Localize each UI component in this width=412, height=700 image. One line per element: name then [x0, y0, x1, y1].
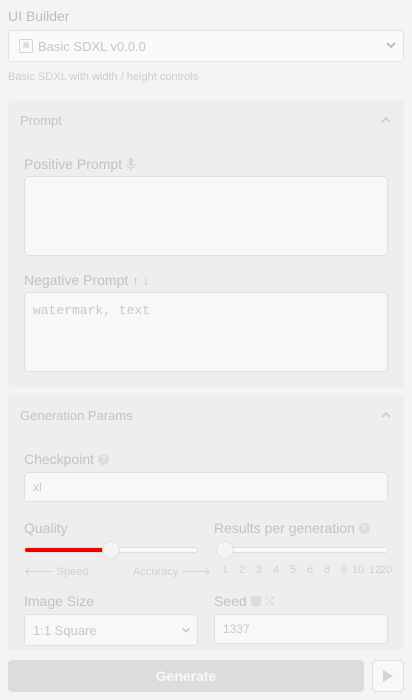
positive-prompt-label: Positive Prompt	[24, 156, 136, 172]
image-icon: ▦	[19, 39, 33, 53]
negative-prompt-placeholder: watermark, text	[33, 303, 151, 318]
chevron-down-icon	[182, 627, 190, 633]
image-size-label: Image Size	[24, 593, 95, 609]
generate-button[interactable]: Generate	[8, 660, 364, 692]
results-tick-label: 6	[307, 564, 314, 576]
chevron-up-icon[interactable]	[380, 409, 392, 421]
play-button[interactable]	[372, 660, 404, 692]
results-tick-label: 9	[341, 564, 348, 576]
seed-input[interactable]: 1337	[214, 614, 388, 644]
builder-select[interactable]: ▦ Basic SDXL v0.0.0	[8, 30, 404, 62]
arrow-left-icon: 🡐	[24, 566, 54, 578]
results-tick-label: 8	[324, 564, 331, 576]
builder-select-value: Basic SDXL v0.0.0	[38, 38, 146, 54]
results-label: Results per generation ?	[214, 520, 370, 536]
chevron-down-icon	[386, 42, 396, 49]
seed-label: Seed ⤮	[214, 593, 275, 609]
quality-slider-fill	[25, 548, 111, 552]
results-tick-label: 5	[290, 564, 297, 576]
help-icon[interactable]: ?	[358, 522, 370, 534]
results-slider-track[interactable]	[214, 547, 388, 553]
arrow-down-icon[interactable]: ↓	[143, 273, 150, 288]
positive-prompt-input[interactable]	[24, 176, 388, 256]
prompt-panel-header[interactable]: Prompt	[8, 100, 404, 140]
results-tick-label: 1	[222, 564, 229, 576]
results-tick-label: 3	[256, 564, 263, 576]
results-slider-thumb[interactable]	[216, 541, 234, 559]
negative-prompt-label: Negative Prompt ↑ ↓	[24, 272, 150, 288]
ui-builder-label: UI Builder	[8, 8, 70, 24]
shuffle-icon[interactable]: ⤮	[265, 594, 275, 609]
checkbox[interactable]	[250, 596, 261, 606]
results-tick-label: 2	[239, 564, 246, 576]
chevron-up-icon[interactable]	[380, 114, 392, 126]
image-size-select[interactable]: 1:1 Square	[24, 614, 198, 646]
quality-label: Quality	[24, 520, 68, 536]
generation-params-title: Generation Params	[20, 407, 133, 423]
builder-description: Basic SDXL with width / height controls	[8, 71, 199, 83]
results-tick-label: 10	[352, 564, 365, 576]
help-icon[interactable]: ?	[98, 453, 110, 465]
microphone-icon[interactable]	[126, 157, 136, 171]
prompt-panel-title: Prompt	[20, 112, 62, 128]
results-ticks: 1 2 3 4 5 6 8 9 10 12 20	[214, 564, 392, 578]
quality-accuracy-label: Accuracy 🡒	[133, 566, 211, 578]
results-tick-label: 20	[380, 564, 393, 576]
quality-speed-label: 🡐 Speed	[24, 566, 89, 578]
checkpoint-label: Checkpoint ?	[24, 451, 110, 467]
negative-prompt-input[interactable]: watermark, text	[24, 292, 388, 372]
arrow-right-icon: 🡒	[181, 566, 211, 578]
play-icon	[383, 670, 393, 682]
quality-slider-thumb[interactable]	[102, 541, 120, 559]
checkpoint-input[interactable]: xl	[24, 472, 388, 502]
generation-params-header[interactable]: Generation Params	[8, 395, 404, 435]
image-size-value: 1:1 Square	[33, 622, 97, 638]
results-tick-label: 4	[273, 564, 280, 576]
arrow-up-icon[interactable]: ↑	[132, 273, 139, 288]
